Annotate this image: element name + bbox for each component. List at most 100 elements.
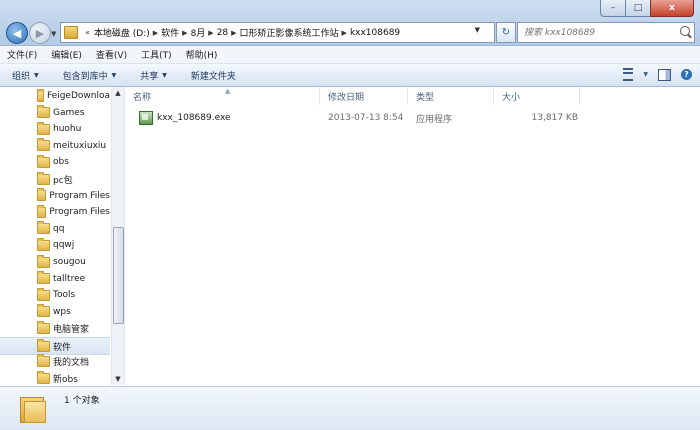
- nav-folder-item[interactable]: sougou: [0, 254, 110, 270]
- menu-bar: 文件(F) 编辑(E) 查看(V) 工具(T) 帮助(H): [0, 46, 700, 64]
- breadcrumb-overflow[interactable]: «: [85, 28, 90, 37]
- nav-folder-item[interactable]: talltree: [0, 271, 110, 287]
- folder-icon: [37, 320, 50, 334]
- nav-folder-label: Tools: [53, 290, 76, 301]
- arrow-right-icon: ▶: [35, 26, 45, 40]
- nav-folder-label: 我的文档: [53, 358, 90, 369]
- nav-folder-label: 软件: [53, 342, 72, 353]
- menu-view[interactable]: 查看(V): [89, 48, 134, 61]
- navigation-pane: FeigeDownloa Games huohu meituxiuxiu obs pc包 P…: [0, 87, 125, 385]
- nav-folder-label: obs: [53, 157, 69, 168]
- folder-icon: [37, 138, 50, 152]
- title-bar: – □ x ◀ ▶ ▼ « 本地磁盘 (D:) ▶ 软件 ▶ 8月 ▶ 28 ▶…: [0, 0, 700, 46]
- nav-folder-item[interactable]: obs: [0, 154, 110, 170]
- folder-icon: [37, 105, 50, 119]
- column-header-modified[interactable]: 修改日期: [320, 87, 408, 105]
- nav-folder-item[interactable]: 新obs: [0, 370, 110, 385]
- nav-folder-label: huohu: [53, 124, 82, 135]
- file-row[interactable]: kxx_108689.exe 2013-07-13 8:54 应用程序 13,8…: [133, 110, 587, 126]
- nav-folder-item[interactable]: pc包: [0, 171, 110, 187]
- include-library-label: 包含到库中: [62, 71, 108, 82]
- nav-folder-item[interactable]: 软件: [0, 337, 110, 355]
- chevron-right-icon[interactable]: ▶: [342, 29, 347, 37]
- column-header-size[interactable]: 大小: [494, 87, 580, 105]
- folder-icon: [37, 154, 50, 168]
- caption-buttons: – □ x: [600, 0, 694, 18]
- menu-edit[interactable]: 编辑(E): [44, 48, 89, 61]
- chevron-down-icon: ▼: [111, 71, 117, 79]
- nav-folder-item[interactable]: meituxiuxiu: [0, 138, 110, 154]
- menu-help[interactable]: 帮助(H): [179, 48, 225, 61]
- file-modified: 2013-07-13 8:54: [328, 113, 404, 123]
- nav-folder-item[interactable]: Games: [0, 105, 110, 121]
- nav-folder-label: 电脑管家: [53, 324, 90, 335]
- search-input[interactable]: [522, 26, 676, 39]
- nav-folder-label: wps: [53, 306, 71, 317]
- nav-folder-item[interactable]: qqwj: [0, 237, 110, 253]
- share-label: 共享: [140, 71, 159, 82]
- nav-folder-label: Program Files: [49, 207, 110, 218]
- close-button[interactable]: x: [650, 0, 694, 17]
- folder-icon: [37, 338, 50, 352]
- back-button[interactable]: ◀: [6, 22, 28, 44]
- folder-icon: [37, 204, 47, 218]
- breadcrumb-item[interactable]: 8月: [191, 26, 206, 39]
- include-library-button[interactable]: 包含到库中 ▼: [51, 69, 129, 82]
- breadcrumb-item[interactable]: 软件: [161, 26, 179, 39]
- breadcrumb-item[interactable]: 28: [217, 28, 228, 38]
- chevron-right-icon[interactable]: ▶: [231, 29, 236, 37]
- nav-folder-label: sougou: [53, 257, 86, 267]
- address-dropdown-icon[interactable]: ▼: [475, 26, 480, 34]
- minimize-button[interactable]: –: [600, 0, 626, 17]
- chevron-right-icon[interactable]: ▶: [153, 29, 158, 37]
- search-icon[interactable]: [680, 26, 690, 36]
- nav-folder-item[interactable]: FeigeDownloa: [0, 88, 110, 104]
- column-header-name[interactable]: 名称: [125, 87, 320, 105]
- new-folder-button[interactable]: 新建文件夹: [179, 69, 248, 82]
- folder-icon: [37, 121, 50, 135]
- scroll-up-icon[interactable]: ▲: [112, 87, 124, 99]
- nav-folder-item[interactable]: wps: [0, 304, 110, 320]
- chevron-right-icon[interactable]: ▶: [208, 29, 213, 37]
- maximize-button[interactable]: □: [625, 0, 651, 17]
- recent-pages-dropdown[interactable]: ▼: [51, 30, 57, 38]
- arrow-left-icon: ◀: [12, 26, 22, 40]
- breadcrumb-item[interactable]: 口形矫正影像系统工作站: [240, 26, 339, 39]
- nav-folder-item[interactable]: qq: [0, 221, 110, 237]
- share-button[interactable]: 共享 ▼: [128, 69, 179, 82]
- breadcrumb-item[interactable]: 本地磁盘 (D:): [94, 26, 150, 39]
- nav-folder-item[interactable]: 电脑管家: [0, 320, 110, 336]
- nav-folder-item[interactable]: Program Files: [0, 188, 110, 204]
- chevron-down-icon[interactable]: ▼: [643, 71, 648, 78]
- breadcrumb-item-current[interactable]: kxx108689: [350, 28, 400, 38]
- folder-icon: [37, 171, 50, 185]
- nav-folder-label: qq: [53, 223, 65, 234]
- folder-icon: [37, 287, 50, 301]
- nav-folder-item[interactable]: 我的文档: [0, 354, 110, 370]
- search-box[interactable]: [517, 22, 695, 43]
- nav-folder-item[interactable]: Tools: [0, 287, 110, 303]
- nav-folder-item[interactable]: huohu: [0, 121, 110, 137]
- help-icon[interactable]: ?: [681, 69, 692, 80]
- folder-icon: [20, 393, 46, 423]
- scroll-down-icon[interactable]: ▼: [112, 373, 124, 385]
- forward-button[interactable]: ▶: [29, 22, 51, 44]
- menu-file[interactable]: 文件(F): [0, 48, 44, 61]
- chevron-down-icon: ▼: [162, 71, 167, 79]
- column-header-type[interactable]: 类型: [408, 87, 494, 105]
- menu-tools[interactable]: 工具(T): [134, 48, 179, 61]
- chevron-right-icon[interactable]: ▶: [182, 29, 187, 37]
- explorer-window: – □ x ◀ ▶ ▼ « 本地磁盘 (D:) ▶ 软件 ▶ 8月 ▶ 28 ▶…: [0, 0, 700, 430]
- file-list: ▲ 名称 修改日期 类型 大小 kxx_108689.exe 2013-07-1…: [125, 87, 700, 385]
- refresh-icon: ↻: [501, 27, 511, 38]
- refresh-button[interactable]: ↻: [496, 22, 516, 43]
- view-options-icon[interactable]: [623, 68, 634, 81]
- file-name-cell: kxx_108689.exe: [139, 110, 231, 126]
- scrollbar-thumb[interactable]: [113, 227, 124, 324]
- preview-pane-icon[interactable]: [658, 68, 671, 81]
- organize-button[interactable]: 组织 ▼: [0, 69, 51, 82]
- nav-folder-label: FeigeDownloa: [47, 91, 110, 101]
- nav-folder-item[interactable]: Program Files: [0, 204, 110, 220]
- navigation-scrollbar[interactable]: ▲ ▼: [111, 87, 124, 385]
- address-bar[interactable]: « 本地磁盘 (D:) ▶ 软件 ▶ 8月 ▶ 28 ▶ 口形矫正影像系统工作站…: [60, 22, 495, 43]
